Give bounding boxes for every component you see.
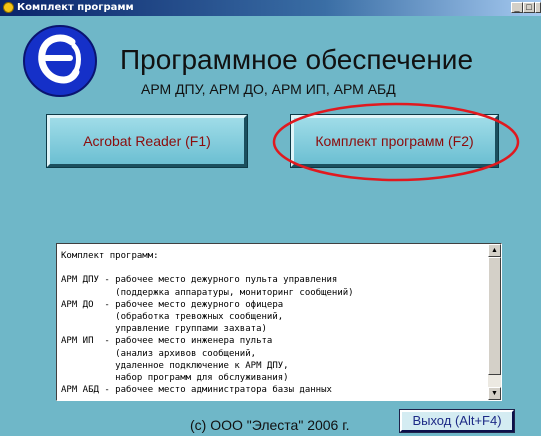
minimize-button[interactable]: _ — [511, 2, 523, 13]
scroll-up-arrow-icon[interactable]: ▲ — [488, 244, 501, 257]
acrobat-reader-button[interactable]: Acrobat Reader (F1) — [47, 115, 247, 167]
description-text: Комплект программ: АРМ ДПУ - рабочее мес… — [61, 251, 354, 396]
copyright-text: (c) ООО "Элеста" 2006 г. — [190, 417, 350, 433]
maximize-button[interactable]: □ — [523, 2, 535, 13]
program-kit-button[interactable]: Комплект программ (F2) — [291, 115, 498, 167]
title-bar[interactable]: Комплект программ _ □ — [0, 0, 541, 16]
scroll-down-arrow-icon[interactable]: ▼ — [488, 387, 501, 400]
scroll-thumb[interactable] — [488, 257, 501, 375]
page-title: Программное обеспечение — [120, 44, 474, 75]
main-window: Комплект программ _ □ Программное обеспе… — [0, 0, 541, 436]
exit-button[interactable]: Выход (Alt+F4) — [400, 410, 514, 432]
page-subtitle: АРМ ДПУ, АРМ ДО, АРМ ИП, АРМ АБД — [141, 81, 396, 97]
description-box[interactable]: Комплект программ: АРМ ДПУ - рабочее мес… — [56, 243, 502, 401]
app-icon — [3, 2, 14, 13]
vertical-scrollbar[interactable]: ▲ ▼ — [488, 244, 501, 400]
window-title: Комплект программ — [17, 2, 134, 13]
elesta-logo-icon — [23, 25, 97, 97]
close-button[interactable] — [535, 2, 541, 13]
